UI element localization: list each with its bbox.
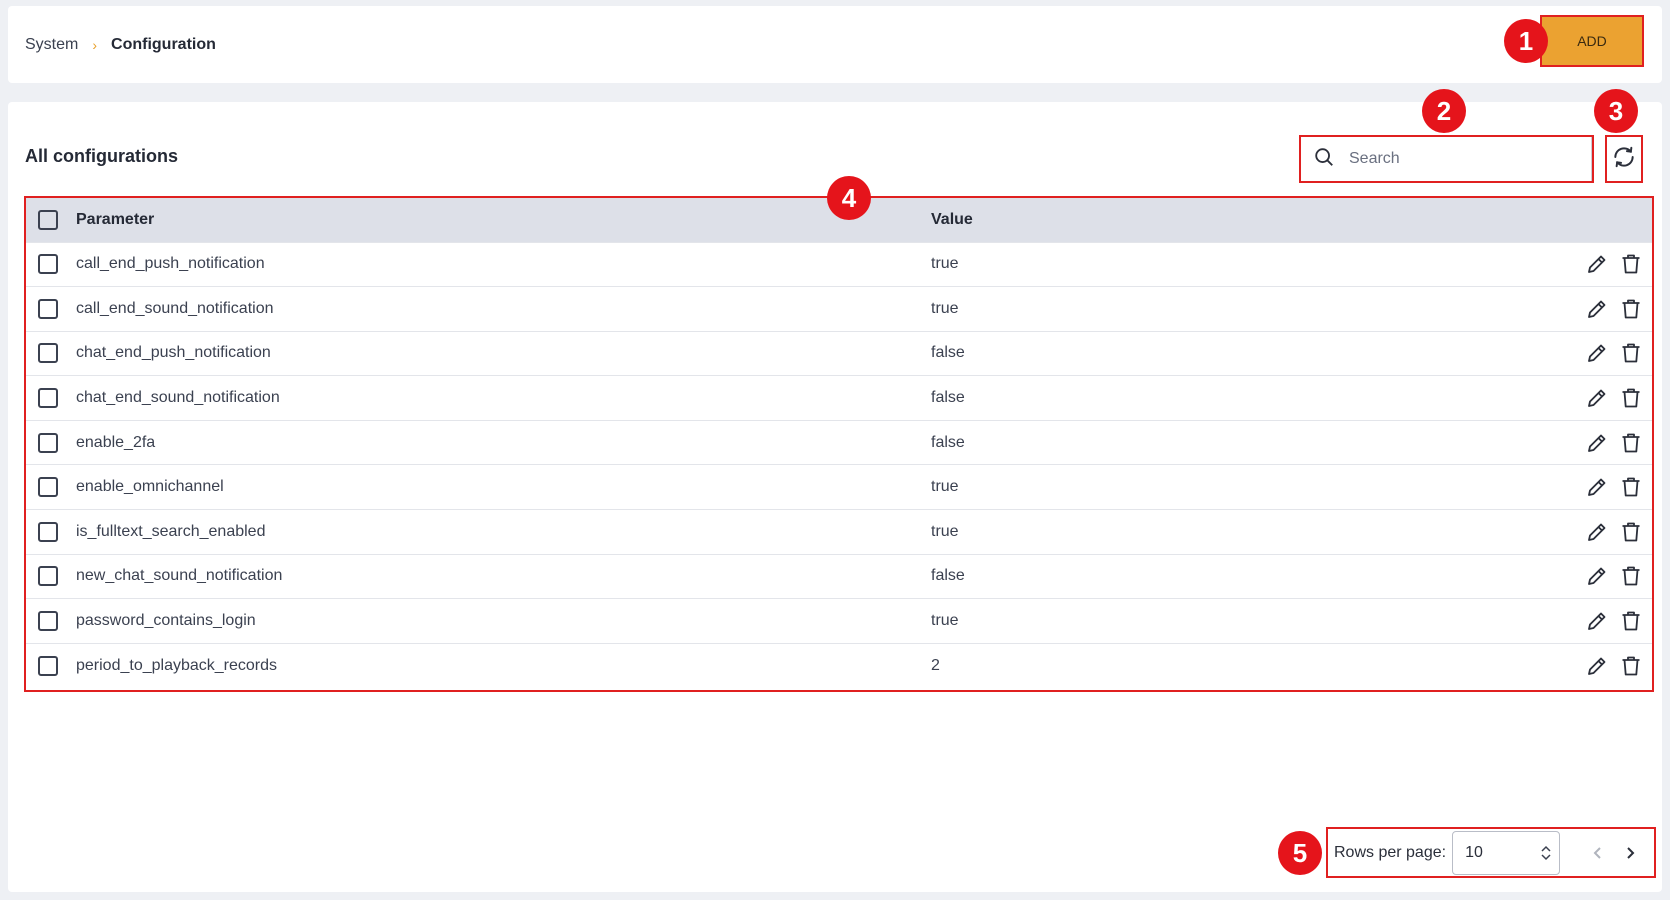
breadcrumb: System › Configuration bbox=[25, 36, 216, 54]
row-checkbox[interactable] bbox=[38, 343, 58, 364]
delete-icon[interactable] bbox=[1616, 294, 1646, 324]
delete-icon[interactable] bbox=[1616, 517, 1646, 547]
parameter-cell: enable_omnichannel bbox=[76, 478, 224, 496]
chevron-right-icon: › bbox=[92, 37, 98, 53]
annotation-badge-4: 4 bbox=[827, 176, 871, 220]
search-icon bbox=[1313, 146, 1335, 173]
table-row[interactable]: chat_end_sound_notification false bbox=[26, 375, 1652, 421]
table-row[interactable]: call_end_push_notification true bbox=[26, 242, 1652, 287]
next-page-button[interactable] bbox=[1614, 837, 1646, 869]
edit-icon[interactable] bbox=[1582, 517, 1612, 547]
delete-icon[interactable] bbox=[1616, 428, 1646, 458]
value-cell: false bbox=[931, 567, 965, 585]
table-row[interactable]: call_end_sound_notification true bbox=[26, 286, 1652, 332]
parameter-cell: new_chat_sound_notification bbox=[76, 567, 283, 585]
edit-icon[interactable] bbox=[1582, 606, 1612, 636]
row-checkbox[interactable] bbox=[38, 254, 58, 275]
table-row[interactable]: period_to_playback_records 2 bbox=[26, 643, 1652, 688]
row-checkbox[interactable] bbox=[38, 298, 58, 319]
delete-icon[interactable] bbox=[1616, 383, 1646, 413]
parameter-cell: call_end_sound_notification bbox=[76, 299, 274, 317]
row-checkbox[interactable] bbox=[38, 388, 58, 409]
rows-per-page-select[interactable]: 10 bbox=[1452, 830, 1561, 875]
delete-icon[interactable] bbox=[1616, 249, 1646, 279]
add-button[interactable]: ADD bbox=[1540, 15, 1644, 67]
row-checkbox[interactable] bbox=[38, 611, 58, 632]
value-cell: true bbox=[931, 255, 959, 273]
top-bar: System › Configuration bbox=[8, 6, 1662, 83]
edit-icon[interactable] bbox=[1582, 561, 1612, 591]
parameter-cell: chat_end_push_notification bbox=[76, 344, 271, 362]
row-checkbox[interactable] bbox=[38, 655, 58, 676]
configurations-table: Parameter Value call_end_push_notificati… bbox=[24, 196, 1654, 692]
edit-icon[interactable] bbox=[1582, 472, 1612, 502]
edit-icon[interactable] bbox=[1582, 294, 1612, 324]
column-header-value[interactable]: Value bbox=[931, 198, 1191, 242]
stepper-icon bbox=[1541, 845, 1551, 861]
row-checkbox[interactable] bbox=[38, 477, 58, 498]
edit-icon[interactable] bbox=[1582, 383, 1612, 413]
value-cell: true bbox=[931, 522, 959, 540]
table-row[interactable]: new_chat_sound_notification false bbox=[26, 554, 1652, 599]
parameter-cell: enable_2fa bbox=[76, 433, 156, 451]
row-checkbox[interactable] bbox=[38, 521, 58, 542]
refresh-icon bbox=[1611, 144, 1637, 175]
delete-icon[interactable] bbox=[1616, 606, 1646, 636]
rows-per-page-value: 10 bbox=[1465, 843, 1483, 861]
select-all-checkbox[interactable] bbox=[38, 209, 58, 230]
edit-icon[interactable] bbox=[1582, 338, 1612, 368]
parameter-cell: call_end_push_notification bbox=[76, 255, 265, 273]
pagination: Rows per page: 10 bbox=[1326, 827, 1656, 878]
table-row[interactable]: is_fulltext_search_enabled true bbox=[26, 509, 1652, 555]
annotation-badge-2: 2 bbox=[1422, 89, 1466, 133]
refresh-button[interactable] bbox=[1605, 135, 1643, 183]
delete-icon[interactable] bbox=[1616, 472, 1646, 502]
value-cell: true bbox=[931, 612, 959, 630]
column-header-parameter[interactable]: Parameter bbox=[76, 198, 931, 242]
parameter-cell: period_to_playback_records bbox=[76, 656, 278, 674]
row-checkbox[interactable] bbox=[38, 566, 58, 587]
delete-icon[interactable] bbox=[1616, 561, 1646, 591]
search-input[interactable] bbox=[1349, 150, 1569, 168]
edit-icon[interactable] bbox=[1582, 428, 1612, 458]
chevron-left-icon bbox=[1593, 846, 1601, 859]
table-row[interactable]: password_contains_login true bbox=[26, 598, 1652, 644]
value-cell: 2 bbox=[931, 656, 940, 674]
annotation-badge-3: 3 bbox=[1594, 89, 1638, 133]
search-box[interactable] bbox=[1299, 135, 1594, 183]
delete-icon[interactable] bbox=[1616, 651, 1646, 681]
parameter-cell: password_contains_login bbox=[76, 612, 256, 630]
delete-icon[interactable] bbox=[1616, 338, 1646, 368]
main-panel: All configurations Parameter Value call_ bbox=[8, 102, 1662, 892]
value-cell: false bbox=[931, 433, 965, 451]
table-row[interactable]: enable_2fa false bbox=[26, 420, 1652, 465]
page-title: All configurations bbox=[25, 146, 178, 166]
breadcrumb-current: Configuration bbox=[111, 36, 216, 53]
parameter-cell: is_fulltext_search_enabled bbox=[76, 522, 266, 540]
value-cell: false bbox=[931, 344, 965, 362]
value-cell: false bbox=[931, 389, 965, 407]
annotation-badge-5: 5 bbox=[1278, 831, 1322, 875]
breadcrumb-system-link[interactable]: System bbox=[25, 36, 78, 54]
annotation-badge-1: 1 bbox=[1504, 19, 1548, 63]
row-checkbox[interactable] bbox=[38, 432, 58, 453]
table-row[interactable]: enable_omnichannel true bbox=[26, 464, 1652, 510]
value-cell: true bbox=[931, 299, 959, 317]
previous-page-button[interactable] bbox=[1582, 837, 1614, 869]
rows-per-page-label: Rows per page: bbox=[1334, 843, 1447, 861]
table-row[interactable]: chat_end_push_notification false bbox=[26, 331, 1652, 376]
edit-icon[interactable] bbox=[1582, 249, 1612, 279]
edit-icon[interactable] bbox=[1582, 651, 1612, 681]
chevron-right-icon bbox=[1627, 846, 1635, 859]
value-cell: true bbox=[931, 478, 959, 496]
parameter-cell: chat_end_sound_notification bbox=[76, 389, 280, 407]
